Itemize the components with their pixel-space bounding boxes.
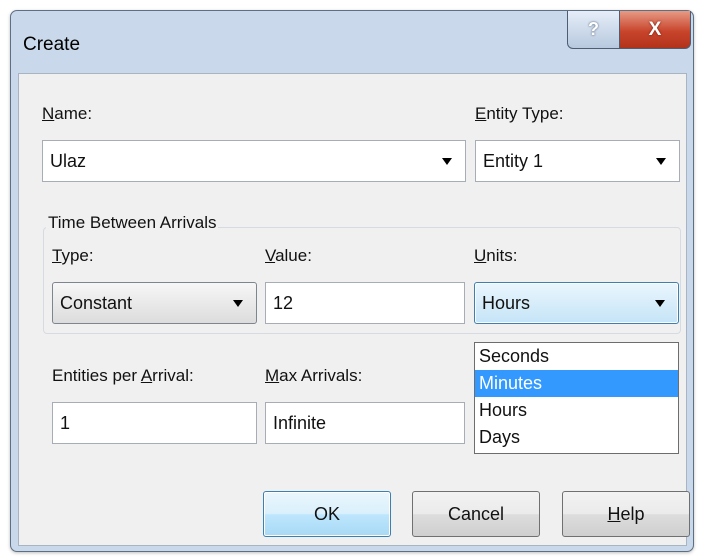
titlebar-close-button[interactable]: X	[619, 11, 691, 49]
max-arrivals-label: Max Arrivals:	[265, 366, 363, 385]
name-value: Ulaz	[50, 150, 87, 171]
chevron-down-icon[interactable]	[442, 157, 452, 165]
dialog-body: Name: Ulaz Entity Type: Entity 1 Time Be…	[18, 73, 690, 546]
entity-type-value: Entity 1	[483, 150, 544, 171]
units-dropdown-list[interactable]: Seconds Minutes Hours Days	[474, 342, 679, 454]
chevron-down-icon[interactable]	[655, 299, 665, 307]
ok-button[interactable]: OK	[263, 491, 391, 537]
entity-type-label: Entity Type:	[475, 104, 564, 123]
units-value: Hours	[482, 292, 531, 313]
entity-type-select[interactable]: Entity 1	[475, 140, 680, 182]
max-arrivals-input[interactable]: Infinite	[265, 402, 465, 444]
help-button[interactable]: Help	[562, 491, 690, 537]
units-label: Units:	[474, 246, 518, 265]
question-mark-icon: ?	[588, 19, 599, 39]
create-dialog: Create ? X Name: Ulaz Entity Type: Entit…	[10, 10, 694, 552]
max-arrivals-value: Infinite	[273, 412, 327, 433]
entities-per-arrival-label: Entities per Arrival:	[52, 366, 194, 385]
title-bar[interactable]: Create ? X	[11, 11, 693, 73]
name-combobox[interactable]: Ulaz	[42, 140, 466, 182]
units-option-minutes[interactable]: Minutes	[475, 370, 678, 397]
titlebar-help-button[interactable]: ?	[567, 11, 620, 49]
entities-per-arrival-value: 1	[60, 412, 71, 433]
units-option-seconds[interactable]: Seconds	[475, 343, 678, 370]
ok-label: OK	[313, 503, 340, 524]
units-option-hours[interactable]: Hours	[475, 397, 678, 424]
type-label: Type:	[52, 246, 94, 265]
entities-per-arrival-input[interactable]: 1	[52, 402, 257, 444]
value-text: 12	[273, 292, 294, 313]
units-select[interactable]: Hours	[474, 282, 679, 324]
group-label: Time Between Arrivals	[46, 213, 219, 233]
dialog-title: Create	[23, 34, 81, 55]
help-label: Help	[607, 503, 645, 524]
cancel-label: Cancel	[447, 503, 505, 524]
close-icon: X	[648, 18, 662, 40]
chevron-down-icon[interactable]	[656, 157, 666, 165]
cancel-button[interactable]: Cancel	[412, 491, 540, 537]
chevron-down-icon[interactable]	[233, 299, 243, 307]
value-label: Value:	[265, 246, 312, 265]
name-label: Name:	[42, 104, 93, 123]
value-input[interactable]: 12	[265, 282, 465, 324]
type-value: Constant	[60, 292, 133, 313]
type-select[interactable]: Constant	[52, 282, 257, 324]
units-option-days[interactable]: Days	[475, 424, 678, 451]
